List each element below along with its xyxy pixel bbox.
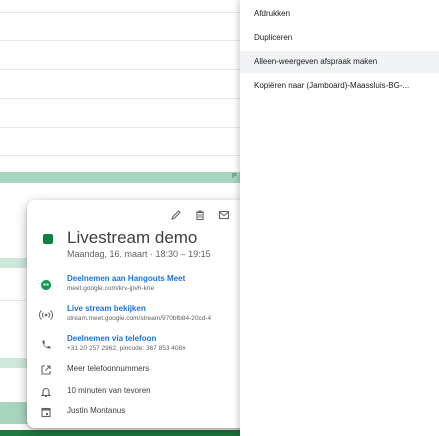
calendar-icon (39, 405, 53, 419)
menu-item-copy-to-calendar[interactable]: Kopiëren naar (Jamboard)-Maassluis-BG-..… (240, 75, 439, 97)
reminder-text: 10 minuten van tevoren (67, 386, 151, 395)
bell-icon (39, 385, 53, 399)
hangouts-url: meet.google.com/krv-jpvh-kne (67, 285, 155, 292)
menu-item-view-only-event[interactable]: Alleen-weergeven afspraak maken (240, 51, 439, 73)
phone-number: +31 20 257 2962, pincode: 367 853 408# (67, 345, 186, 352)
event-toolbar (167, 206, 233, 224)
menu-item-print[interactable]: Afdrukken (240, 3, 439, 25)
livestream-url: stream.meet.google.com/stream/970bfb84-2… (67, 315, 212, 322)
hangouts-icon (39, 278, 53, 292)
join-by-phone-link[interactable]: Deelnemen via telefoon (67, 334, 186, 343)
broadcast-icon (39, 308, 53, 322)
delete-icon[interactable] (191, 206, 209, 224)
open-external-icon (39, 363, 53, 377)
context-menu: Afdrukken Dupliceren Alleen-weergeven af… (240, 0, 439, 436)
edit-icon[interactable] (167, 206, 185, 224)
email-icon[interactable] (215, 206, 233, 224)
more-phone-numbers-link[interactable]: Meer telefoonnummers (67, 364, 149, 373)
menu-item-duplicate[interactable]: Dupliceren (240, 27, 439, 49)
phone-icon (39, 338, 53, 352)
event-title: Livestream demo (67, 228, 198, 247)
join-hangouts-link[interactable]: Deelnemen aan Hangouts Meet (67, 274, 185, 283)
event-detail-card: Livestream demo Maandag, 16. maart · 18:… (27, 200, 253, 428)
event-date-time: Maandag, 16. maart · 18:30 – 19:15 (67, 249, 211, 259)
watch-livestream-link[interactable]: Live stream bekijken (67, 304, 211, 313)
event-color-swatch (43, 234, 53, 244)
background-peek-label: P (232, 173, 237, 180)
organizer-name: Justin Montanus (67, 406, 126, 415)
